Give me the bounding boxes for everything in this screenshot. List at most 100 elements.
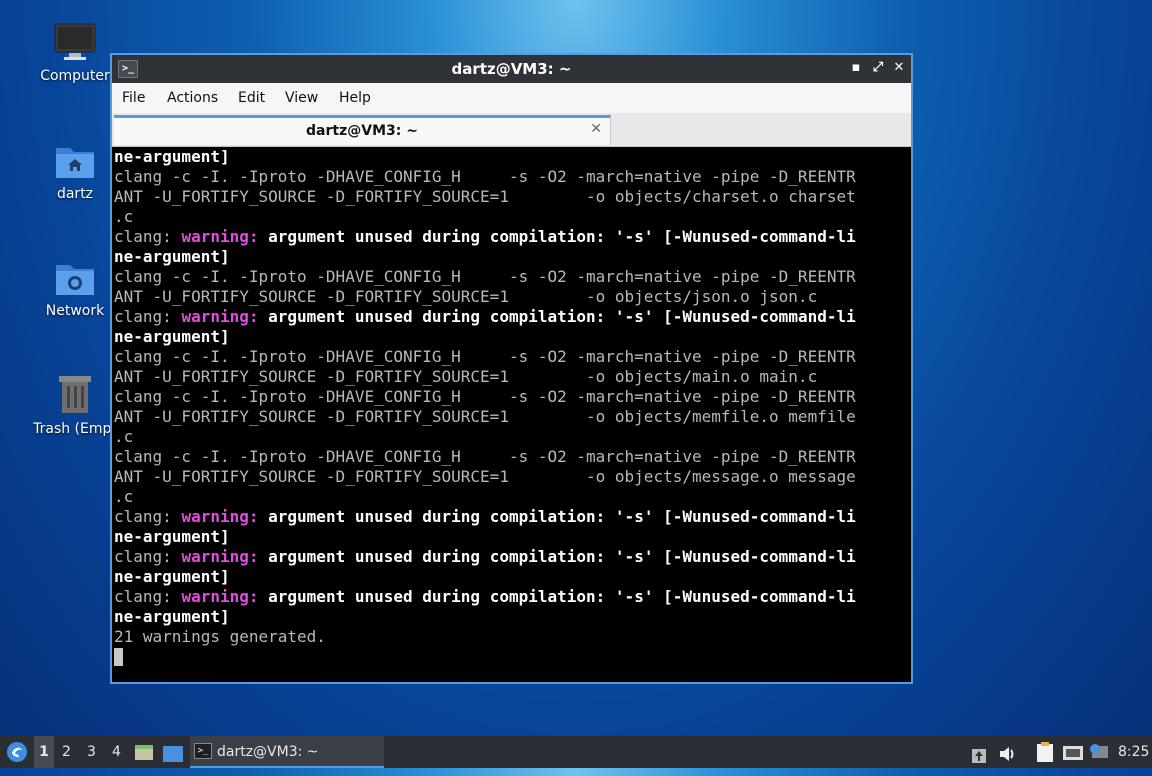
warning-label: warning: [181, 507, 269, 526]
terminal-line: .c [114, 207, 909, 227]
terminal-text: .c [114, 427, 134, 446]
terminal-line: ANT -U_FORTIFY_SOURCE -D_FORTIFY_SOURCE=… [114, 407, 909, 427]
terminal-line: ne-argument] [114, 327, 909, 347]
terminal-line: clang: warning: argument unused during c… [114, 547, 909, 567]
warning-label: warning: [181, 227, 269, 246]
upload-tray-icon[interactable] [971, 744, 987, 763]
menu-view[interactable]: View [285, 90, 318, 106]
window-titlebar[interactable]: >_ dartz@VM3: ~ ▪ ⤢ ✕ [112, 55, 911, 83]
terminal-text: argument unused during compilation: '-s'… [268, 507, 856, 526]
terminal-text: .c [114, 207, 134, 226]
task-label: dartz@VM3: ~ [217, 744, 319, 760]
workspace-1[interactable]: 1 [34, 736, 54, 768]
terminal-text: ne-argument] [114, 247, 230, 266]
menu-help[interactable]: Help [339, 90, 371, 106]
workspace-3[interactable]: 3 [87, 736, 96, 768]
terminal-text: clang -c -I. -Iproto -DHAVE_CONFIG_H -s … [114, 347, 856, 366]
tab-close-icon[interactable]: ✕ [590, 121, 602, 137]
monitor-icon [54, 22, 96, 62]
terminal-text: ne-argument] [114, 527, 230, 546]
workspace-2[interactable]: 2 [62, 736, 71, 768]
terminal-text: clang: [114, 547, 182, 566]
terminal-text: ne-argument] [114, 327, 230, 346]
terminal-text: clang: [114, 307, 182, 326]
terminal-line: ANT -U_FORTIFY_SOURCE -D_FORTIFY_SOURCE=… [114, 467, 909, 487]
terminal-line: clang -c -I. -Iproto -DHAVE_CONFIG_H -s … [114, 347, 909, 367]
terminal-text: argument unused during compilation: '-s'… [268, 227, 856, 246]
terminal-text: ANT -U_FORTIFY_SOURCE -D_FORTIFY_SOURCE=… [114, 367, 818, 386]
terminal-text: clang: [114, 507, 182, 526]
terminal-text: ANT -U_FORTIFY_SOURCE -D_FORTIFY_SOURCE=… [114, 467, 856, 486]
terminal-text: clang -c -I. -Iproto -DHAVE_CONFIG_H -s … [114, 447, 856, 466]
network-tray-icon[interactable] [1062, 743, 1084, 761]
menu-bar: File Actions Edit View Help [112, 83, 911, 113]
tab-label: dartz@VM3: ~ [306, 123, 418, 139]
terminal-task-icon: >_ [194, 743, 212, 759]
menu-file[interactable]: File [122, 90, 145, 106]
desktop-icon-label: dartz [56, 186, 94, 202]
terminal-line: clang -c -I. -Iproto -DHAVE_CONFIG_H -s … [114, 267, 909, 287]
trash-icon [54, 373, 96, 415]
terminal-line: ne-argument] [114, 527, 909, 547]
terminal-line: clang: warning: argument unused during c… [114, 587, 909, 607]
terminal-line: ne-argument] [114, 567, 909, 587]
workspace-4[interactable]: 4 [112, 736, 121, 768]
terminal-text: clang -c -I. -Iproto -DHAVE_CONFIG_H -s … [114, 167, 856, 186]
desktop-icon-label: Trash (Empt [33, 421, 117, 437]
menu-edit[interactable]: Edit [238, 90, 265, 106]
tab-bar: dartz@VM3: ~ ✕ [112, 113, 911, 147]
terminal-line: clang -c -I. -Iproto -DHAVE_CONFIG_H -s … [114, 387, 909, 407]
window-title: dartz@VM3: ~ [451, 60, 572, 78]
terminal-line: ne-argument] [114, 607, 909, 627]
network-folder-icon [54, 257, 96, 297]
terminal-text: ne-argument] [114, 147, 230, 166]
terminal-window[interactable]: >_ dartz@VM3: ~ ▪ ⤢ ✕ File Actions Edit … [110, 53, 913, 684]
close-button[interactable]: ✕ [890, 59, 908, 77]
terminal-text: clang: [114, 587, 182, 606]
maximize-button[interactable]: ⤢ [869, 59, 887, 77]
warning-label: warning: [181, 587, 269, 606]
minimize-button[interactable]: ▪ [847, 59, 865, 77]
terminal-text: argument unused during compilation: '-s'… [268, 307, 856, 326]
terminal-text: clang -c -I. -Iproto -DHAVE_CONFIG_H -s … [114, 387, 856, 406]
terminal-line: clang: warning: argument unused during c… [114, 307, 909, 327]
terminal-line: .c [114, 487, 909, 507]
terminal-output[interactable]: ne-argument] clang -c -I. -Iproto -DHAVE_… [114, 147, 909, 680]
terminal-line: ne-argument] [114, 147, 909, 167]
terminal-text: ANT -U_FORTIFY_SOURCE -D_FORTIFY_SOURCE=… [114, 287, 818, 306]
desktop-icon-label: Network [45, 303, 105, 319]
show-desktop-icon[interactable] [162, 743, 184, 763]
warning-label: warning: [181, 307, 269, 326]
terminal-text: .c [114, 487, 134, 506]
home-folder-icon [54, 140, 96, 180]
terminal-text: clang: [114, 227, 182, 246]
notification-icon[interactable] [1088, 742, 1110, 762]
volume-icon[interactable] [998, 743, 1018, 761]
terminal-line: clang: warning: argument unused during c… [114, 507, 909, 527]
prompt-line [114, 647, 909, 667]
terminal-line: ANT -U_FORTIFY_SOURCE -D_FORTIFY_SOURCE=… [114, 287, 909, 307]
terminal-line: ANT -U_FORTIFY_SOURCE -D_FORTIFY_SOURCE=… [114, 367, 909, 387]
app-menu-icon[interactable] [6, 741, 28, 763]
terminal-text: argument unused during compilation: '-s'… [268, 547, 856, 566]
terminal-text: clang -c -I. -Iproto -DHAVE_CONFIG_H -s … [114, 267, 856, 286]
terminal-line: 21 warnings generated. [114, 627, 909, 647]
terminal-line: .c [114, 427, 909, 447]
terminal-line: clang: warning: argument unused during c… [114, 227, 909, 247]
terminal-text: ne-argument] [114, 607, 230, 626]
terminal-line: ne-argument] [114, 247, 909, 267]
terminal-line: clang -c -I. -Iproto -DHAVE_CONFIG_H -s … [114, 167, 909, 187]
desktop-icon-label: Computer [40, 68, 110, 84]
taskbar: 1 2 3 4 >_ dartz@VM3: ~ 8:25 [0, 736, 1152, 768]
taskbar-task-terminal[interactable]: >_ dartz@VM3: ~ [190, 736, 384, 768]
file-manager-launcher-icon[interactable] [134, 742, 154, 762]
terminal-text: argument unused during compilation: '-s'… [268, 587, 856, 606]
warning-label: warning: [181, 547, 269, 566]
menu-actions[interactable]: Actions [167, 90, 218, 106]
terminal-text: ne-argument] [114, 567, 230, 586]
terminal-line: ANT -U_FORTIFY_SOURCE -D_FORTIFY_SOURCE=… [114, 187, 909, 207]
clock[interactable]: 8:25 [1118, 736, 1149, 768]
tab-terminal[interactable]: dartz@VM3: ~ ✕ [114, 115, 611, 145]
terminal-cursor [114, 648, 123, 666]
clipboard-icon[interactable] [1035, 741, 1055, 763]
